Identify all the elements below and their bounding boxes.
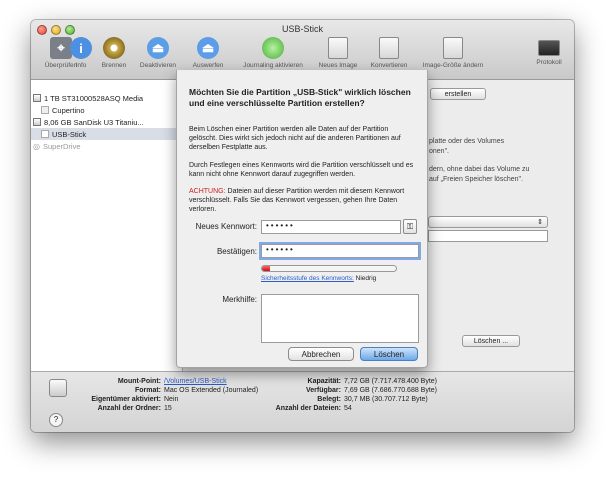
- sidebar-item-usb-stick[interactable]: USB-Stick: [31, 128, 182, 140]
- confirm-label: Bestätigen:: [216, 247, 257, 256]
- new-image-icon: [328, 37, 348, 59]
- erase-button-background[interactable]: Löschen ...: [462, 335, 520, 347]
- mount-point-label: Mount-Point:: [117, 378, 161, 385]
- strength-row: Sicherheitsstufe des Kennworts: Niedrig: [261, 275, 376, 282]
- sidebar-item-label: SuperDrive: [42, 141, 81, 151]
- toolbar-label: Konvertieren: [370, 62, 408, 69]
- toolbar-eject[interactable]: ⏏ Auswerfen: [181, 37, 235, 69]
- hard-disk-icon: [33, 94, 41, 102]
- strength-link[interactable]: Sicherheitsstufe des Kennworts:: [261, 275, 354, 282]
- eject-icon: ⏏: [197, 37, 219, 59]
- toolbar-journaling[interactable]: Journaling aktivieren: [236, 37, 310, 69]
- toolbar-label: Image-Größe ändern: [422, 62, 484, 69]
- cancel-button[interactable]: Abbrechen: [288, 347, 354, 361]
- log-icon: [538, 40, 560, 56]
- used-value: 30,7 MB (30.707.712 Byte): [344, 396, 428, 403]
- files-label: Anzahl der Dateien:: [275, 405, 341, 412]
- toolbar-label: Deaktivieren: [139, 62, 177, 69]
- toolbar-unmount[interactable]: ⏏ Deaktivieren: [131, 37, 185, 69]
- background-text: platte oder des Volumes: [429, 138, 505, 145]
- info-bar: ? Mount-Point: /Volumes/USB-Stick Format…: [31, 371, 574, 432]
- background-text: auf „Freien Speicher löschen".: [429, 176, 523, 183]
- dialog-paragraph: Durch Festlegen eines Kennworts wird die…: [189, 162, 414, 178]
- sidebar: 1 TB ST31000528ASQ Media Cupertino 8,06 …: [31, 80, 183, 371]
- resize-image-icon: [443, 37, 463, 59]
- toolbar-info[interactable]: i Info: [67, 37, 95, 69]
- format-value: Mac OS Extended (Journaled): [164, 387, 259, 394]
- password-field[interactable]: ••••••: [261, 220, 401, 234]
- dialog-title: Möchten Sie die Partition „USB-Stick" wi…: [189, 87, 411, 108]
- sidebar-item-label: 8,06 GB SanDisk U3 Titaniu...: [44, 117, 144, 127]
- mount-point-link[interactable]: /Volumes/USB-Stick: [164, 378, 227, 385]
- toolbar-log[interactable]: Protokoll: [527, 37, 571, 66]
- window-title: USB-Stick: [281, 24, 323, 34]
- sidebar-item-cupertino[interactable]: Cupertino: [41, 104, 183, 116]
- format-label: Format:: [134, 387, 161, 394]
- name-field[interactable]: [428, 230, 548, 242]
- drive-icon: [49, 379, 67, 397]
- strength-fill: [262, 266, 271, 271]
- dialog-paragraph: Beim Löschen einer Partition werden alle…: [189, 126, 401, 151]
- toolbar-resize-image[interactable]: Image-Größe ändern: [415, 37, 491, 69]
- toolbar-label: Neues Image: [318, 62, 358, 69]
- toolbar-label: Journaling aktivieren: [243, 62, 303, 69]
- sidebar-item-superdrive[interactable]: ◎ SuperDrive: [33, 140, 183, 152]
- create-button[interactable]: erstellen: [430, 88, 486, 100]
- background-text: dern, ohne dabei das Volume zu: [429, 166, 530, 173]
- toolbar-label: Protokoll: [536, 59, 562, 66]
- sidebar-item-label: 1 TB ST31000528ASQ Media: [44, 93, 144, 103]
- strength-value: Niedrig: [355, 275, 377, 282]
- info-icon: i: [70, 37, 92, 59]
- optical-drive-icon: ◎: [33, 141, 40, 151]
- owners-value: Nein: [164, 396, 179, 403]
- password-strength-meter: [261, 265, 397, 272]
- available-label: Verfügbar:: [305, 387, 341, 394]
- folders-value: 15: [164, 405, 172, 412]
- files-value: 54: [344, 405, 352, 412]
- sidebar-item-label: USB-Stick: [52, 129, 87, 139]
- burn-icon: [103, 37, 125, 59]
- sidebar-item-sandisk[interactable]: 8,06 GB SanDisk U3 Titaniu...: [33, 116, 183, 128]
- help-button[interactable]: ?: [49, 413, 63, 427]
- popup-arrows-icon: ⇕: [537, 219, 543, 226]
- capacity-value: 7,72 GB (7.717.478.400 Byte): [344, 378, 438, 385]
- warning-text-block: ACHTUNG: Dateien auf dieser Partition we…: [189, 187, 415, 214]
- hint-label: Merkhilfe:: [222, 295, 257, 304]
- toolbar-label: Brennen: [101, 62, 127, 69]
- owners-label: Eigentümer aktiviert:: [91, 396, 161, 403]
- volume-icon: [41, 130, 49, 138]
- convert-icon: [379, 37, 399, 59]
- background-text: onen".: [429, 148, 450, 155]
- capacity-label: Kapazität:: [307, 378, 341, 385]
- format-popup[interactable]: ⇕: [428, 216, 548, 228]
- erase-confirmation-sheet: Möchten Sie die Partition „USB-Stick" wi…: [176, 70, 428, 368]
- journaling-icon: [262, 37, 284, 59]
- toolbar-burn[interactable]: Brennen: [93, 37, 135, 69]
- used-label: Belegt:: [317, 396, 341, 403]
- toolbar-new-image[interactable]: Neues Image: [311, 37, 365, 69]
- erase-button[interactable]: Löschen: [360, 347, 418, 361]
- eject-icon: ⏏: [147, 37, 169, 59]
- folders-label: Anzahl der Ordner:: [97, 405, 161, 412]
- volume-icon: [41, 106, 49, 114]
- available-value: 7,69 GB (7.686.770.688 Byte): [344, 387, 438, 394]
- confirm-password-field[interactable]: ••••••: [261, 244, 419, 258]
- usb-drive-icon: [33, 118, 41, 126]
- sidebar-item-label: Cupertino: [52, 105, 85, 115]
- toolbar-label: Info: [75, 62, 87, 69]
- key-icon[interactable]: ⚿: [403, 219, 417, 234]
- toolbar-convert[interactable]: Konvertieren: [359, 37, 419, 69]
- toolbar-label: Auswerfen: [192, 62, 224, 69]
- password-label: Neues Kennwort:: [195, 222, 257, 231]
- hint-field[interactable]: [261, 294, 419, 343]
- sidebar-item-hard-disk[interactable]: 1 TB ST31000528ASQ Media: [33, 92, 183, 104]
- warning-label: ACHTUNG:: [189, 188, 226, 195]
